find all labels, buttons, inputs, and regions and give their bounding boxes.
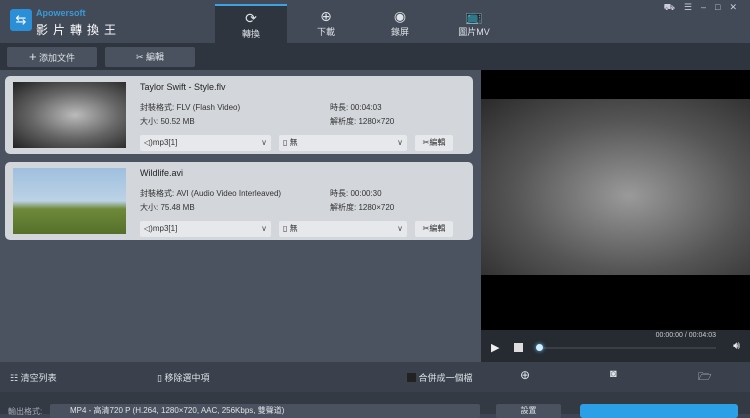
video-thumbnail <box>13 82 126 148</box>
menu-icon[interactable]: ☰ <box>684 2 701 12</box>
stop-icon[interactable] <box>514 343 523 352</box>
chevron-down-icon: ∨ <box>261 138 267 147</box>
chevron-down-icon: ∨ <box>261 224 267 233</box>
time-readout: 00:00:00 / 00:04:03 <box>655 332 716 339</box>
minimize-icon[interactable]: – <box>701 2 715 12</box>
subtitle-select[interactable]: ▯ 無 ∨ <box>279 135 407 151</box>
plus-icon: + <box>28 49 37 64</box>
zoom-icon[interactable]: ⊕ <box>520 368 530 382</box>
refresh-icon: ⟳ <box>245 10 257 26</box>
list-actions-bar: ☷ 清空列表 ▯ 移除選中項 合併成一個檔 ⊕ ◙ 🗁︎ <box>0 362 750 392</box>
output-format-label: 輸出格式: <box>8 407 43 416</box>
app-name: 影片轉換王 <box>36 23 122 37</box>
toolbar: + 添加文件 ✂ 編輯 <box>0 43 750 70</box>
file-resolution: 解析度: 1280×720 <box>330 203 395 212</box>
tab-download[interactable]: ⊕ 下載 <box>290 4 362 43</box>
tab-convert[interactable]: ⟳ 轉換 <box>215 4 287 43</box>
file-name: Taylor Swift - Style.flv <box>140 82 226 92</box>
record-icon: ◉ <box>393 8 407 24</box>
download-icon: ⊕ <box>320 8 332 24</box>
audio-track-select[interactable]: ◁)mp3[1] ∨ <box>140 221 271 237</box>
file-duration: 時長: 00:00:30 <box>330 189 382 198</box>
clear-list-icon: ☷ <box>10 373 19 383</box>
cart-icon[interactable]: ⛟ <box>664 2 684 12</box>
volume-icon[interactable]: 🔊︎ <box>733 340 740 353</box>
video-preview <box>481 70 750 330</box>
tab-photo-mv[interactable]: 📺 圖片MV <box>438 4 510 43</box>
subtitle-icon: ▯ <box>283 138 288 147</box>
scissors-icon: ✂ <box>135 52 144 62</box>
file-item[interactable]: Wildlife.avi 封裝格式: AVI (Audio Video Inte… <box>5 162 473 240</box>
camera-icon[interactable]: ◙ <box>610 368 617 380</box>
clear-list-button[interactable]: ☷ 清空列表 <box>10 371 57 384</box>
chevron-down-icon: ∨ <box>397 138 403 147</box>
folder-icon[interactable]: 🗁︎ <box>698 368 712 387</box>
tab-record[interactable]: ◉ 錄屏 <box>364 4 436 43</box>
add-file-button[interactable]: + 添加文件 <box>7 47 97 67</box>
output-format-select[interactable]: MP4 - 高清720 P (H.264, 1280×720, AAC, 256… <box>50 404 480 418</box>
file-list: Taylor Swift - Style.flv 封裝格式: FLV (Flas… <box>0 70 481 362</box>
player-controls: 00:00:00 / 00:04:03 ▶ 🔊︎ <box>481 330 750 362</box>
app-logo-icon: ⇆ <box>10 9 32 31</box>
close-icon[interactable]: ✕ <box>729 2 746 12</box>
title-bar: ⇆ Apowersoft 影片轉換王 ⟳ 轉換 ⊕ 下載 ◉ 錄屏 📺 圖片MV ⛟☰–… <box>0 0 750 43</box>
merge-checkbox[interactable]: 合併成一個檔 <box>407 371 473 384</box>
file-edit-button[interactable]: ✂編輯 <box>415 221 453 237</box>
seek-handle[interactable] <box>536 344 543 351</box>
output-row: 輸出格式: MP4 - 高清720 P (H.264, 1280×720, AA… <box>0 392 750 418</box>
file-resolution: 解析度: 1280×720 <box>330 117 395 126</box>
chevron-down-icon: ∨ <box>397 224 403 233</box>
window-controls[interactable]: ⛟☰–□✕ <box>664 2 746 14</box>
subtitle-icon: ▯ <box>283 224 288 233</box>
seek-bar[interactable] <box>538 347 716 349</box>
settings-button[interactable]: 設置 <box>496 404 561 418</box>
convert-button[interactable] <box>580 404 738 418</box>
file-size: 大小: 75.48 MB <box>140 203 195 212</box>
file-format: 封裝格式: FLV (Flash Video) <box>140 103 241 112</box>
audio-track-select[interactable]: ◁)mp3[1] ∨ <box>140 135 271 151</box>
speaker-icon: ◁) <box>144 224 153 233</box>
checkbox-icon <box>407 373 416 382</box>
maximize-icon[interactable]: □ <box>715 2 729 12</box>
video-frame <box>481 99 750 275</box>
video-thumbnail <box>13 168 126 234</box>
speaker-icon: ◁) <box>144 138 153 147</box>
file-edit-button[interactable]: ✂編輯 <box>415 135 453 151</box>
file-format: 封裝格式: AVI (Audio Video Interleaved) <box>140 189 282 198</box>
file-duration: 時長: 00:04:03 <box>330 103 382 112</box>
file-name: Wildlife.avi <box>140 168 184 178</box>
remove-file-icon: ▯ <box>157 373 162 383</box>
subtitle-select[interactable]: ▯ 無 ∨ <box>279 221 407 237</box>
remove-selected-button[interactable]: ▯ 移除選中項 <box>157 371 209 384</box>
play-icon[interactable]: ▶ <box>491 341 499 354</box>
file-size: 大小: 50.52 MB <box>140 117 195 126</box>
edit-button[interactable]: ✂ 編輯 <box>105 47 195 67</box>
file-item[interactable]: Taylor Swift - Style.flv 封裝格式: FLV (Flas… <box>5 76 473 154</box>
brand-name: Apowersoft <box>36 8 86 18</box>
tv-icon: 📺 <box>465 8 483 24</box>
